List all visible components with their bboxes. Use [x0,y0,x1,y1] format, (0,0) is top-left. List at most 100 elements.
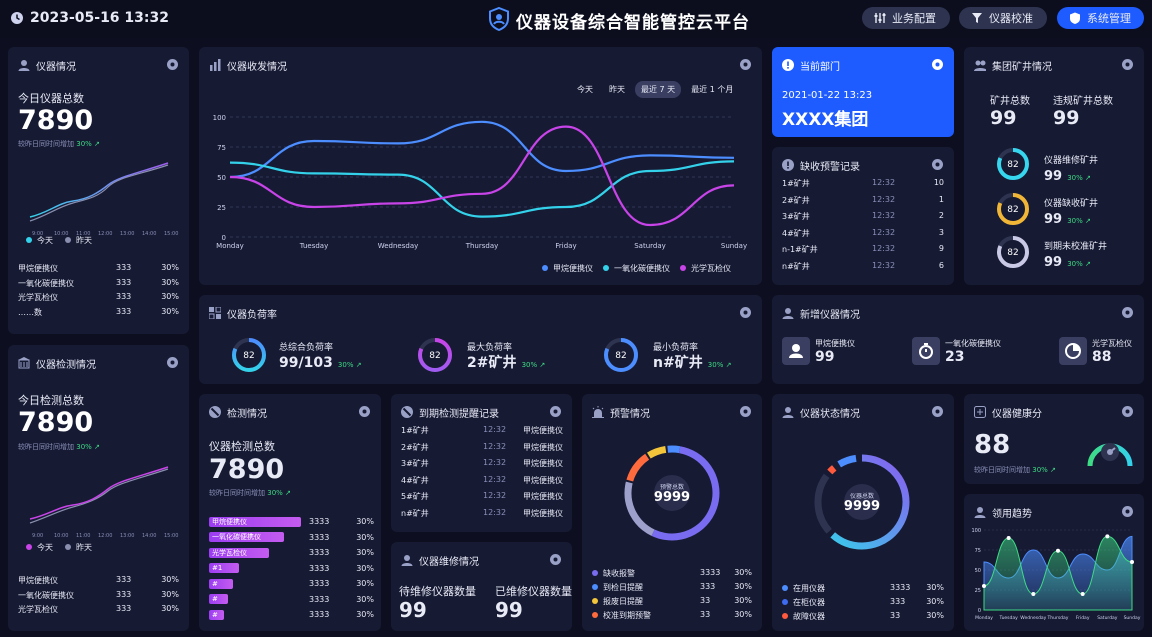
detection-sparkline: 9:00 10:00 11:00 12:00 13:00 14:00 15:00 [29,466,178,539]
settings-icon[interactable] [549,405,562,418]
legend-row: 在柜仪器 333 30% [782,597,944,611]
rank-count: 3333 [309,563,330,573]
tab-last-7-days[interactable]: 最近 7 天 [635,81,682,98]
settings-icon[interactable] [931,158,944,171]
table-row: 甲烷便携仪 333 30% [18,575,179,590]
settings-icon[interactable] [358,405,371,418]
total-label: 仪器检测总数 [209,440,275,453]
row-name: 光学瓦检仪 [18,605,58,614]
detection-card: 仪器检测情况 今日检测总数 7890 较昨日同时间增加 30% ↗ 9:00 10… [8,345,189,631]
status-legend: 在用仪器 3333 30% 在柜仪器 333 30% 故障仪器 33 30% [782,583,944,625]
data-point [1130,560,1134,564]
rank-row: 一氧化碳便携仪 3333 30% [209,530,374,546]
settings-icon[interactable] [1121,306,1134,319]
settings-icon[interactable] [739,306,752,319]
time-axis-labels: 9:00 10:00 11:00 12:00 13:00 14:00 15:00 [32,533,178,539]
row-type: 甲烷便携仪 [523,426,563,435]
x-tick-label: Tuesday [999,615,1019,621]
legend: 今天 昨天 [26,235,92,246]
card-title: 到期检测提醒记录 [419,408,499,420]
expiry-table: 1#矿井 12:32 甲烷便携仪 2#矿井 12:32 甲烷便携仪 3#矿井 12:32 甲… [401,425,563,524]
new-item-value: 23 [945,349,965,365]
compare-label: 较昨日同时间增加 [18,140,74,148]
user-icon [974,507,986,518]
settings-icon[interactable] [931,405,944,418]
legend-yesterday: 昨天 [76,543,92,552]
instrument-sparkline: 9:00 10:00 11:00 12:00 13:00 14:00 15:00 [29,162,178,237]
table-row: 甲烷便携仪 333 30% [18,263,179,278]
settings-icon[interactable] [1121,58,1134,71]
compare-label: 较昨日同时间增加 [209,489,265,497]
business-config-button[interactable]: 业务配置 [862,7,950,29]
tab-last-month[interactable]: 最近 1 个月 [685,81,739,98]
settings-icon[interactable] [166,58,179,71]
instrument-calibration-button[interactable]: 仪器校准 [959,7,1047,29]
card-title: 预警情况 [610,408,650,420]
row-type: 甲烷便携仪 [523,475,563,485]
row-count: 33 [700,596,711,605]
card-title: 仪器负荷率 [227,309,277,321]
row-time: 12:32 [483,441,507,451]
row-count: 333 [116,277,132,287]
settings-icon[interactable] [166,356,179,369]
x-tick-label: Sunday [1124,615,1141,621]
row-pct: 30% [161,604,179,613]
time-range-tabs: 今天 昨天 最近 7 天 最近 1 个月 [571,81,739,98]
time-label: 12:00 [98,533,112,539]
row-pct: 30% [161,292,179,301]
table-row: 3#矿井 12:32 2 [782,211,944,228]
rank-pct: 30% [356,594,374,604]
page-title: 仪器设备综合智能管控云平台 [516,13,750,33]
system-management-button[interactable]: 系统管理 [1057,7,1144,29]
row-name: 4#矿井 [401,475,429,485]
settings-icon[interactable] [549,553,562,566]
settings-icon[interactable] [1121,505,1134,518]
alarm-table: 1#矿井 12:32 10 2#矿井 12:32 1 3#矿井 12:32 2 4#矿井 12… [782,178,944,277]
table-row: n-1#矿井 12:32 9 [782,244,944,261]
rank-bar: 光学瓦检仪 [209,547,269,558]
total-mines-label: 矿井总数 [990,96,1030,107]
settings-icon[interactable] [739,405,752,418]
load-pct: 30% [337,361,354,369]
row-value: 3 [938,227,944,237]
row-pct: 30% [734,610,752,619]
row-time: 12:32 [483,507,507,517]
settings-icon[interactable] [1121,405,1134,418]
tab-today[interactable]: 今天 [571,81,599,98]
row-count: 333 [116,263,132,272]
settings-icon[interactable] [739,58,752,71]
data-point [1031,592,1036,596]
new-item-label: 光学瓦检仪 [1092,339,1132,348]
table-row: n#矿井 12:32 甲烷便携仪 [401,508,563,525]
x-tick-label: Saturday [1097,615,1118,621]
compare-pct: 30% [1032,466,1048,474]
layout-icon [209,307,221,319]
card-title: 仪器情况 [36,61,76,73]
row-count: 333 [116,589,132,599]
health-icon [974,406,986,418]
card-title: 检测情况 [227,408,267,420]
stopwatch-icon [912,337,940,365]
table-row: 4#矿井 12:32 甲烷便携仪 [401,475,563,492]
row-name: n#矿井 [782,261,810,271]
row-count: 333 [700,582,716,591]
table-row: 光学瓦检仪 333 30% [18,292,179,307]
progress-ring: 82 [997,193,1029,225]
rank-pct: 30% [356,548,374,558]
load-value: n#矿井 [653,355,703,371]
rank-pct: 30% [356,563,374,573]
row-pct: 30% [734,596,752,605]
settings-icon[interactable] [931,58,944,71]
data-point [1006,536,1011,540]
rank-bar: # [209,578,233,589]
load-rate-card: 仪器负荷率 82 总综合负荷率 99/103 30% ↗ 82 最大负荷率 2#… [199,295,762,384]
row-count: 333 [890,597,906,606]
legend-today: 今天 [37,236,53,245]
x-tick-label: Wednesday [378,242,419,250]
row-value: 6 [938,260,944,270]
top-bar: 2023-05-16 13:32 仪器设备综合智能管控云平台 业务配置 仪器校准… [0,0,1152,38]
card-title: 仪器健康分 [992,408,1042,420]
tab-yesterday[interactable]: 昨天 [603,81,631,98]
health-gauge [1087,443,1133,467]
alert-circle-icon [782,159,794,171]
